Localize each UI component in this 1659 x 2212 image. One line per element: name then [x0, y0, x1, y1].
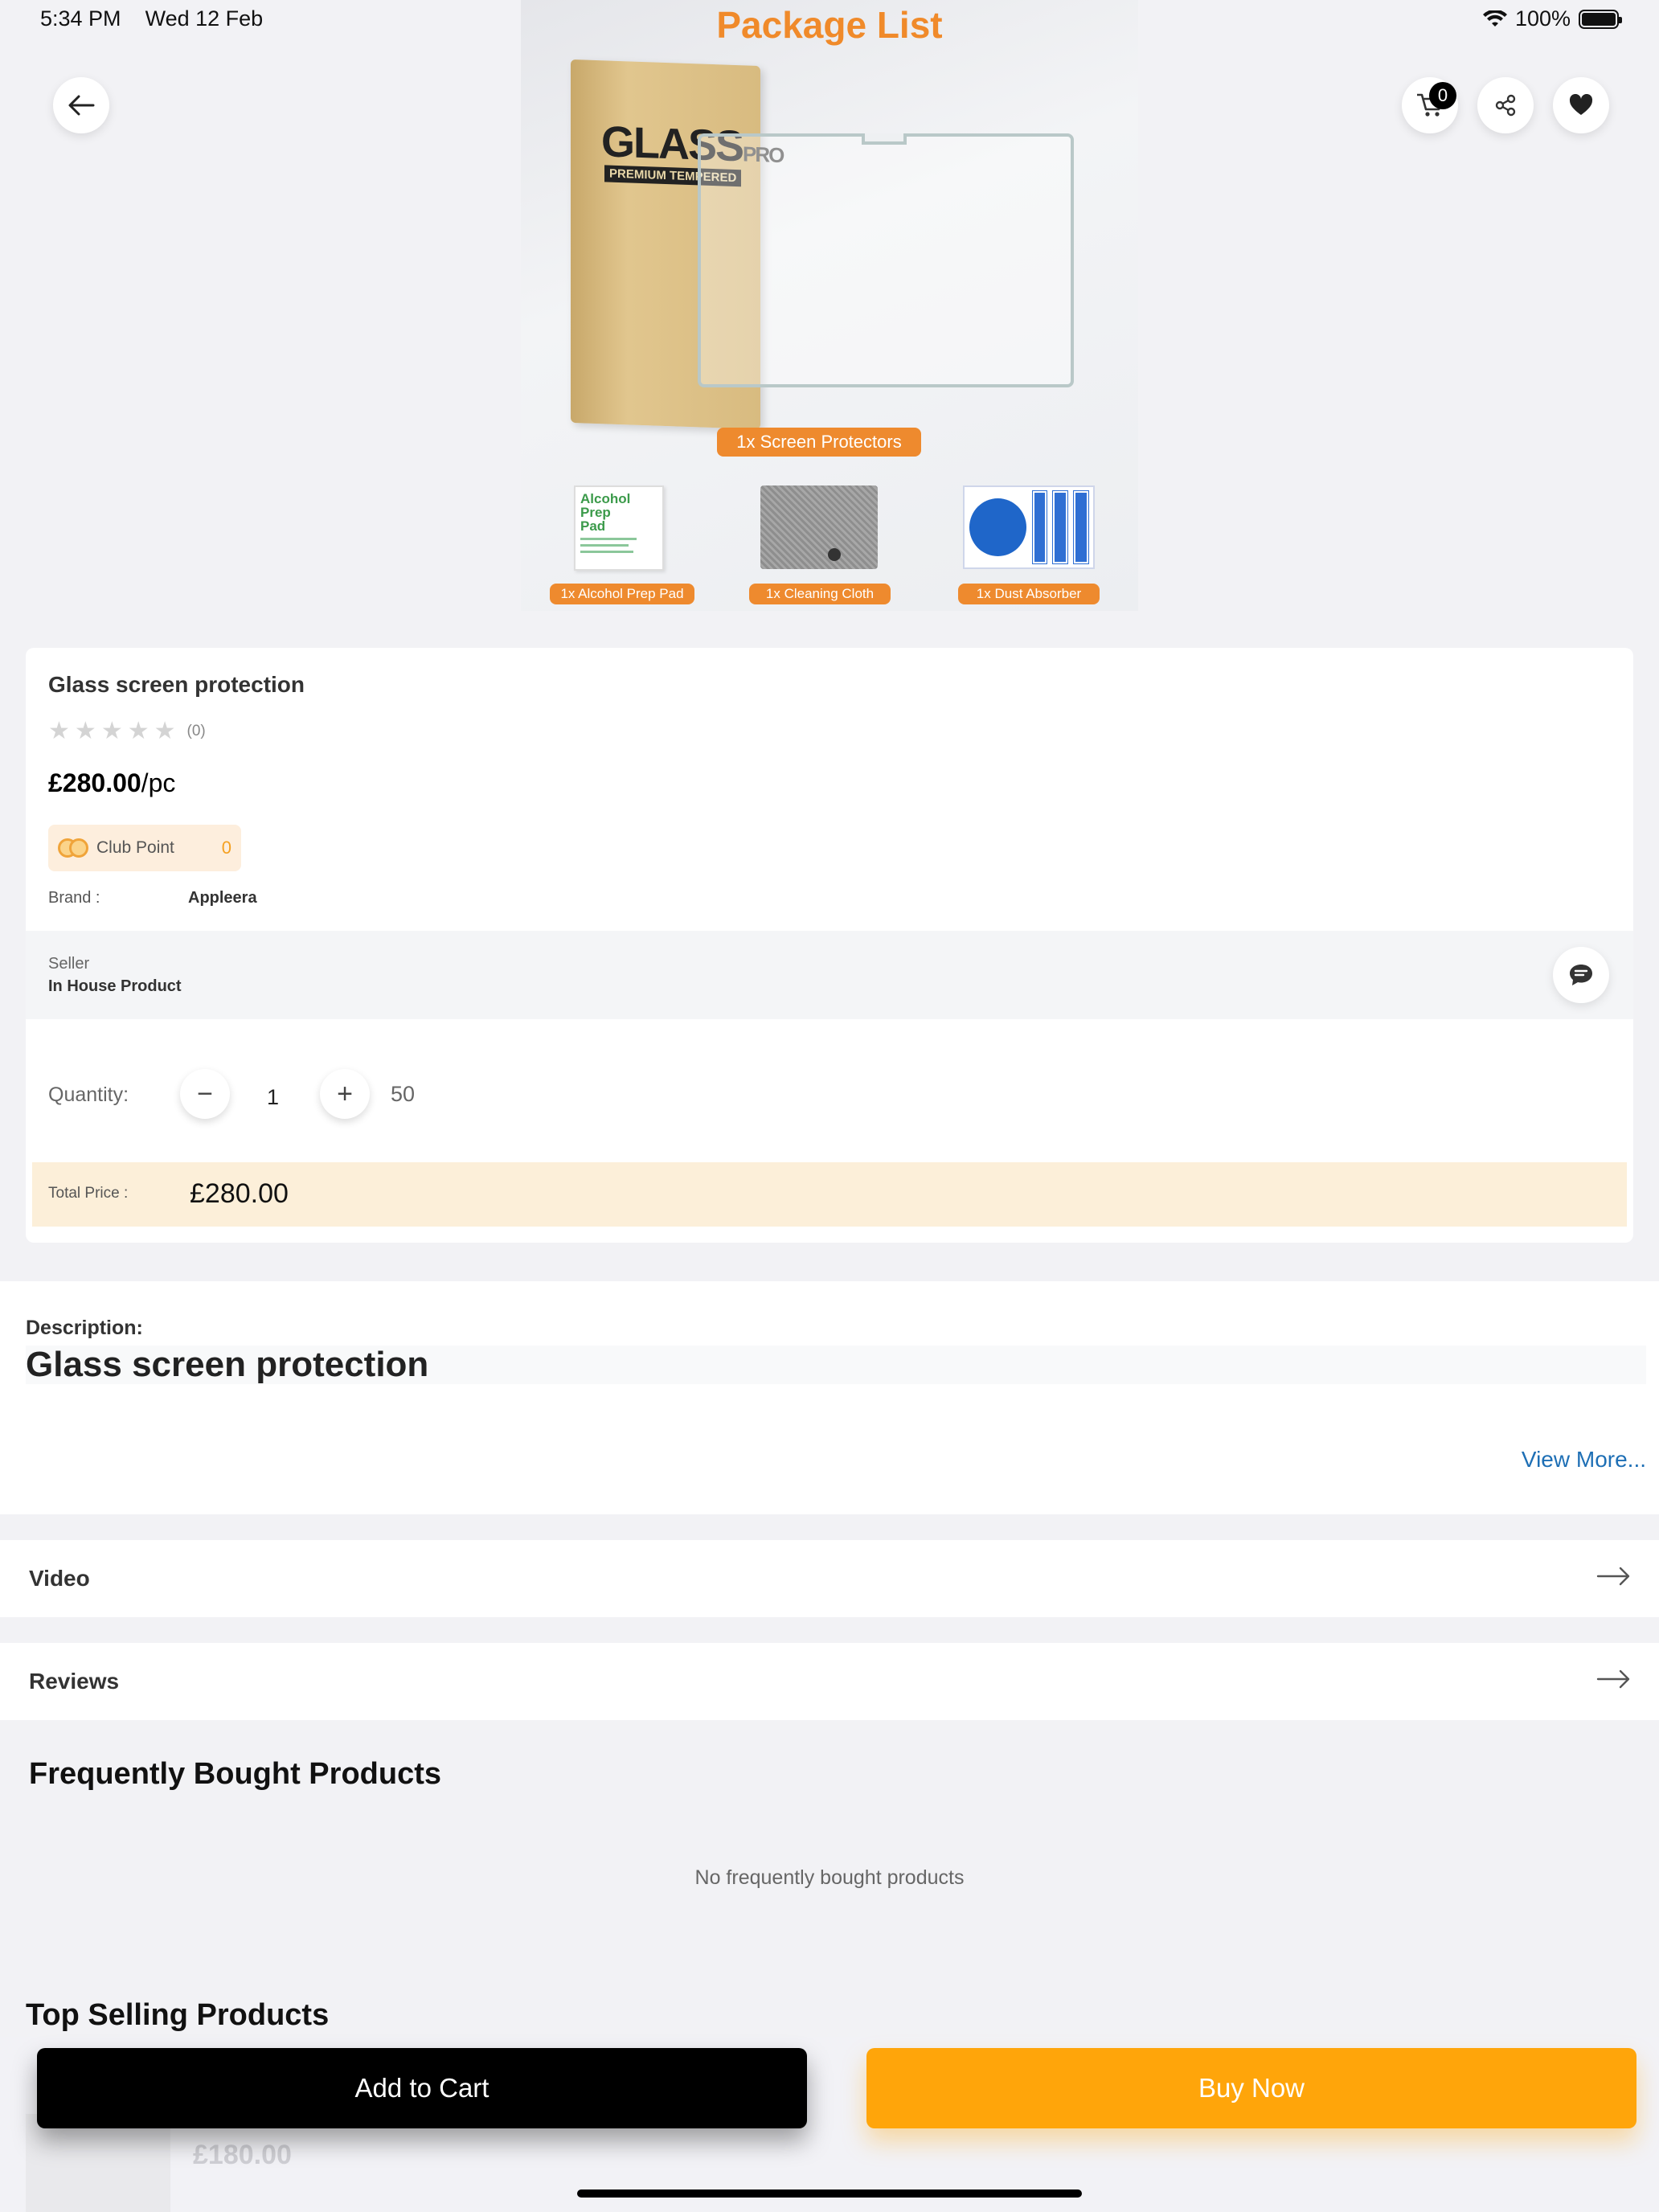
star-icon: ★ [127, 718, 150, 744]
view-more-link[interactable]: View More... [1522, 1447, 1646, 1473]
description-label: Description: [26, 1317, 143, 1339]
arrow-right-icon [1596, 1669, 1630, 1689]
total-price-band: Total Price : £280.00 [32, 1162, 1627, 1227]
share-button[interactable] [1477, 77, 1534, 133]
alcohol-prep-pad-caption: 1x Alcohol Prep Pad [550, 584, 694, 604]
total-price-label: Total Price : [48, 1185, 129, 1202]
product-image[interactable]: Package List GLASSPRO PREMIUM TEMPERED 1… [521, 0, 1138, 611]
product-title: Glass screen protection [48, 672, 305, 697]
seller-section: Seller In House Product [26, 931, 1633, 1019]
arrow-right-icon [1596, 1567, 1630, 1586]
cleaning-cloth-graphic [760, 485, 878, 569]
price-unit: /pc [141, 768, 176, 797]
screen-protector-graphic [698, 133, 1074, 387]
reviews-label: Reviews [29, 1669, 120, 1694]
chat-icon [1570, 965, 1592, 985]
total-price-value: £280.00 [190, 1178, 289, 1209]
rating-stars: ★ ★ ★ ★ ★ (0) [48, 717, 206, 745]
club-point-label: Club Point [96, 838, 174, 857]
description-section: Description: Glass screen protection Vie… [0, 1281, 1659, 1514]
add-to-cart-button[interactable]: Add to Cart [37, 2048, 807, 2128]
stock-count: 50 [391, 1082, 416, 1106]
buy-now-button[interactable]: Buy Now [866, 2048, 1636, 2128]
cart-button[interactable]: 0 [1402, 77, 1458, 133]
screen-protectors-caption: 1x Screen Protectors [717, 428, 921, 457]
package-list-title: Package List [716, 4, 943, 46]
dust-absorber-graphic [963, 485, 1095, 569]
club-point-badge: Club Point 0 [48, 825, 241, 871]
brand-value[interactable]: Appleera [188, 889, 257, 907]
star-icon: ★ [154, 718, 176, 744]
status-date-text: Wed 12 Feb [145, 6, 264, 31]
description-text: Glass screen protection [26, 1346, 1646, 1384]
top-selling-product-thumbnail[interactable] [26, 2114, 170, 2212]
status-indicators: 100% [1482, 6, 1622, 31]
star-icon: ★ [74, 718, 96, 744]
cart-count-badge: 0 [1429, 82, 1456, 109]
alcohol-prep-pad-graphic: Alcohol Prep Pad [574, 485, 664, 571]
status-time-text: 5:34 PM [40, 6, 121, 31]
seller-label: Seller [48, 955, 90, 973]
back-arrow-icon [68, 95, 95, 116]
frequently-bought-empty: No frequently bought products [694, 1866, 965, 1889]
quantity-value[interactable]: 1 [267, 1085, 279, 1110]
seller-value: In House Product [48, 977, 182, 995]
club-point-value: 0 [221, 838, 231, 858]
quantity-increase-button[interactable]: + [320, 1069, 370, 1119]
battery-percent: 100% [1514, 6, 1571, 31]
frequently-bought-title: Frequently Bought Products [29, 1757, 441, 1791]
reviews-row[interactable]: Reviews [0, 1643, 1659, 1720]
product-info-card: Glass screen protection ★ ★ ★ ★ ★ (0) £2… [26, 648, 1633, 1243]
top-selling-product-price: £180.00 [193, 2140, 292, 2170]
wifi-icon [1482, 10, 1507, 27]
video-label: Video [29, 1566, 90, 1591]
heart-icon [1569, 94, 1593, 115]
product-price: £280.00/pc [48, 768, 175, 798]
star-icon: ★ [48, 718, 70, 744]
wishlist-button[interactable] [1553, 77, 1609, 133]
prep-pad-label: Alcohol Prep Pad [580, 491, 631, 534]
cleaning-cloth-caption: 1x Cleaning Cloth [749, 584, 891, 604]
quantity-label: Quantity: [48, 1083, 129, 1106]
status-time: 5:34 PM Wed 12 Feb [40, 6, 263, 31]
share-icon [1495, 94, 1516, 117]
dust-absorber-caption: 1x Dust Absorber [958, 584, 1100, 604]
chat-seller-button[interactable] [1553, 947, 1609, 1003]
minus-icon: − [197, 1078, 213, 1109]
plus-icon: + [337, 1078, 353, 1109]
home-indicator[interactable] [577, 2189, 1082, 2198]
brand-label: Brand : [48, 889, 100, 907]
price-value: £280.00 [48, 768, 141, 797]
rating-count: (0) [186, 722, 206, 739]
quantity-decrease-button[interactable]: − [180, 1069, 230, 1119]
battery-icon [1579, 9, 1622, 29]
star-icon: ★ [100, 718, 123, 744]
back-button[interactable] [53, 77, 109, 133]
video-row[interactable]: Video [0, 1540, 1659, 1617]
top-selling-title: Top Selling Products [26, 1998, 330, 2032]
coins-icon [58, 838, 88, 858]
